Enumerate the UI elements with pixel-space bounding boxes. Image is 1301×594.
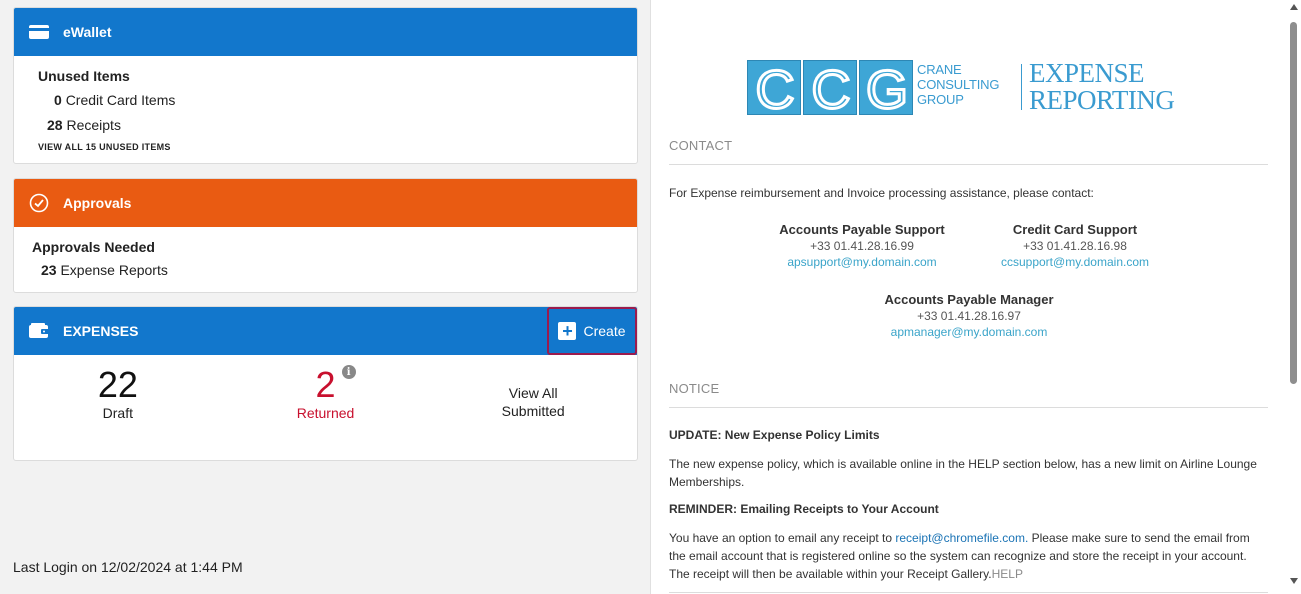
update-text: The new expense policy, which is availab… xyxy=(669,457,1257,489)
approvals-card: Approvals Approvals Needed 23 Expense Re… xyxy=(13,178,638,293)
logo-letter-box-1: C xyxy=(747,59,801,122)
draft-label: Draft xyxy=(102,405,133,421)
dashboard-left-column: eWallet Unused Items 0 Credit Card Items… xyxy=(0,0,650,594)
ewallet-card: eWallet Unused Items 0 Credit Card Items… xyxy=(13,7,638,164)
cc-support-contact: Credit Card Support +33 01.41.28.16.98 c… xyxy=(985,222,1165,270)
last-login-text: Last Login on 12/02/2024 at 1:44 PM xyxy=(13,559,243,575)
approvals-header[interactable]: Approvals xyxy=(14,179,637,227)
info-icon[interactable]: i xyxy=(341,365,356,379)
reminder-text: You have an option to email any receipt … xyxy=(669,529,1268,583)
contact-heading: CONTACT xyxy=(669,138,733,153)
approvals-title: Approvals xyxy=(63,195,132,211)
reminder-title: REMINDER: Emailing Receipts to Your Acco… xyxy=(669,502,939,516)
logo-letter-box-3: G xyxy=(859,59,913,122)
ap-support-email-link[interactable]: apsupport@my.domain.com xyxy=(764,254,960,270)
approvals-body: Approvals Needed 23 Expense Reports xyxy=(14,227,637,290)
receipt-email-link[interactable]: receipt@chromefile.com. xyxy=(895,531,1028,545)
logo-big-line2: REPORTING xyxy=(1029,85,1175,115)
approvals-needed-title: Approvals Needed xyxy=(32,239,155,255)
info-panel: C C G CRANE CONSULTING GROUP EXPENSE REP… xyxy=(650,0,1301,594)
plus-icon: + xyxy=(558,322,577,340)
logo-letter-2: C xyxy=(812,61,851,116)
ap-support-name: Accounts Payable Support xyxy=(779,222,945,237)
view-all-line2: Submitted xyxy=(501,403,565,419)
expenses-title: EXPENSES xyxy=(63,323,139,339)
company-logo: C C G CRANE CONSULTING GROUP EXPENSE REP… xyxy=(747,58,1197,122)
ap-manager-name: Accounts Payable Manager xyxy=(884,292,1054,307)
contact-divider xyxy=(669,164,1268,165)
ewallet-body: Unused Items 0 Credit Card Items 28 Rece… xyxy=(14,56,637,163)
ap-manager-phone: +33 01.41.28.16.97 xyxy=(917,309,1021,323)
ewallet-header[interactable]: eWallet xyxy=(14,8,637,56)
ewallet-title: eWallet xyxy=(63,24,112,40)
expenses-card: EXPENSES + Create 22 Draft 2 Returned i … xyxy=(13,306,638,461)
expenses-stats: 22 Draft 2 Returned i View All Submitted xyxy=(14,355,637,460)
contact-intro: For Expense reimbursement and Invoice pr… xyxy=(669,186,1094,200)
expense-reports-label: Expense Reports xyxy=(60,262,168,278)
cc-support-phone: +33 01.41.28.16.98 xyxy=(1023,239,1127,253)
expenses-header: EXPENSES + Create xyxy=(14,307,637,355)
help-link[interactable]: HELP xyxy=(992,567,1023,581)
cc-support-name: Credit Card Support xyxy=(1012,222,1138,237)
logo-company-name: CRANE CONSULTING GROUP xyxy=(917,62,999,107)
notice-heading: NOTICE xyxy=(669,381,720,396)
credit-card-count: 0 xyxy=(54,92,62,108)
update-title: UPDATE: New Expense Policy Limits xyxy=(669,428,880,442)
wallet-card-icon xyxy=(28,21,50,43)
ap-manager-email-link[interactable]: apmanager@my.domain.com xyxy=(869,324,1069,340)
scroll-thumb[interactable] xyxy=(1290,22,1297,384)
view-all-unused-link[interactable]: VIEW ALL 15 UNUSED ITEMS xyxy=(38,142,613,152)
check-circle-icon xyxy=(28,192,50,214)
app-root: eWallet Unused Items 0 Credit Card Items… xyxy=(0,0,1301,594)
logo-small-line3: GROUP xyxy=(917,92,964,107)
wallet-icon xyxy=(28,320,50,342)
cc-support-email-link[interactable]: ccsupport@my.domain.com xyxy=(985,254,1165,270)
logo-letter-box-2: C xyxy=(803,59,857,122)
logo-letter-3: G xyxy=(866,61,908,116)
credit-card-items-link[interactable]: 0 Credit Card Items xyxy=(38,92,613,108)
ap-support-phone: +33 01.41.28.16.99 xyxy=(810,239,914,253)
logo-small-line2: CONSULTING xyxy=(917,77,1000,92)
expense-reports-count: 23 xyxy=(41,262,57,278)
logo-product-name: EXPENSE REPORTING xyxy=(1029,58,1175,115)
logo-letter-1: C xyxy=(756,61,795,116)
returned-label: Returned xyxy=(296,405,355,421)
notice-divider xyxy=(669,407,1268,408)
receipts-count: 28 xyxy=(47,117,63,133)
receipts-link[interactable]: 28 Receipts xyxy=(38,117,613,133)
ap-support-contact: Accounts Payable Support +33 01.41.28.16… xyxy=(764,222,960,270)
reminder-text-pre: You have an option to email any receipt … xyxy=(669,531,896,545)
unused-items-title: Unused Items xyxy=(38,68,130,84)
scroll-down-arrow-icon[interactable] xyxy=(1290,578,1298,584)
info-panel-scrollbar[interactable] xyxy=(1287,0,1301,594)
scroll-up-arrow-icon[interactable] xyxy=(1290,4,1298,10)
logo-big-line1: EXPENSE xyxy=(1029,58,1145,88)
logo-divider xyxy=(1021,64,1022,110)
view-all-line1: View All xyxy=(508,385,558,401)
create-expense-button[interactable]: + Create xyxy=(547,307,637,355)
expense-reports-approval-link[interactable]: 23 Expense Reports xyxy=(32,262,619,278)
returned-count: 2 xyxy=(315,364,336,405)
draft-count: 22 xyxy=(97,364,138,405)
logo-small-line1: CRANE xyxy=(917,62,962,77)
view-all-submitted-link[interactable]: View All Submitted xyxy=(429,355,637,460)
draft-stat[interactable]: 22 Draft xyxy=(14,355,222,460)
returned-stat[interactable]: 2 Returned i xyxy=(222,355,430,460)
ap-manager-contact: Accounts Payable Manager +33 01.41.28.16… xyxy=(869,292,1069,340)
create-label: Create xyxy=(583,323,626,339)
bottom-divider xyxy=(669,592,1268,593)
receipts-label: Receipts xyxy=(66,117,121,133)
credit-card-label: Credit Card Items xyxy=(65,92,176,108)
